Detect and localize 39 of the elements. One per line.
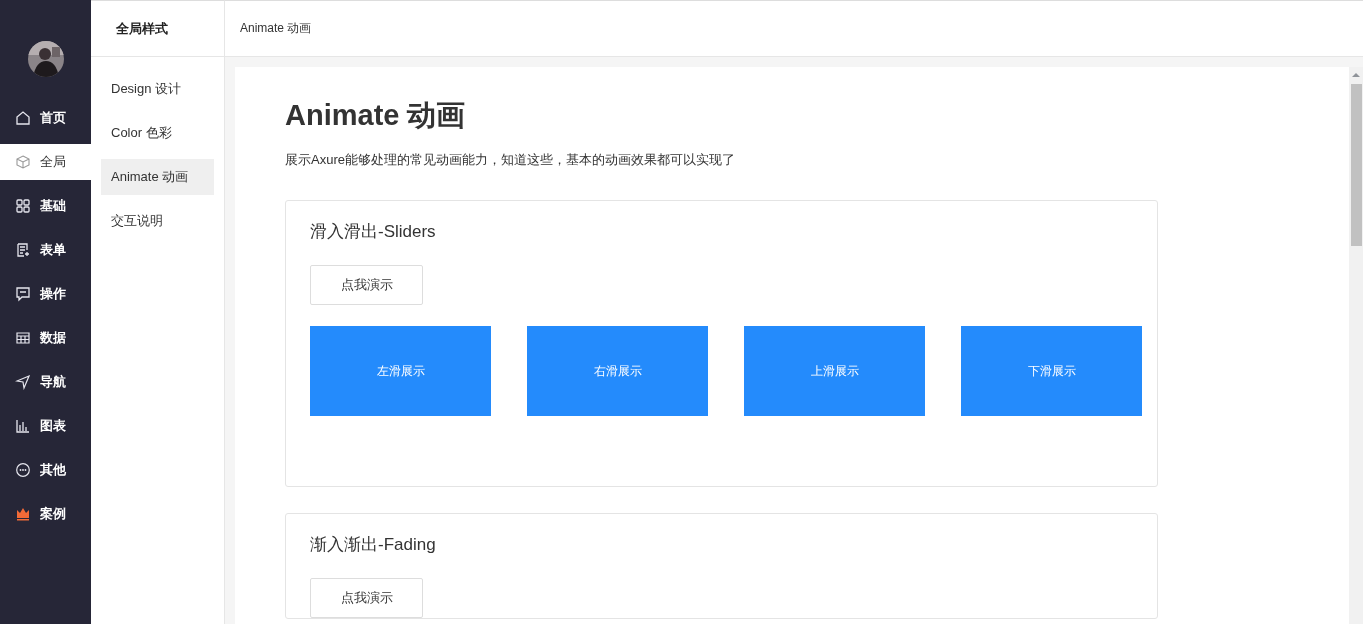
demo-tile: 左滑展示 xyxy=(310,326,491,416)
nav-item[interactable]: 基础 xyxy=(0,188,91,224)
demo-tile: 上滑展示 xyxy=(744,326,925,416)
submenu-title: 全局样式 xyxy=(91,1,224,57)
demo-button[interactable]: 点我演示 xyxy=(310,265,423,305)
chat-icon xyxy=(15,286,31,302)
breadcrumb: Animate 动画 xyxy=(240,20,312,37)
nav-item[interactable]: 数据 xyxy=(0,320,91,356)
page-title: Animate 动画 xyxy=(285,98,467,133)
demo-tile: 右滑展示 xyxy=(527,326,708,416)
table-icon xyxy=(15,330,31,346)
demo-tile: 下滑展示 xyxy=(961,326,1142,416)
grid-icon xyxy=(15,198,31,214)
document-icon xyxy=(15,242,31,258)
scrollbar-thumb[interactable] xyxy=(1350,84,1362,246)
page-description: 展示Axure能够处理的常见动画能力，知道这些，基本的动画效果都可以实现了 xyxy=(285,151,736,169)
bar-chart-icon xyxy=(15,418,31,434)
nav-item[interactable]: 导航 xyxy=(0,364,91,400)
scroll-up-icon[interactable] xyxy=(1352,72,1360,78)
nav-item[interactable]: 全局 xyxy=(0,144,91,180)
nav-item[interactable]: 其他 xyxy=(0,452,91,488)
home-icon xyxy=(15,110,31,126)
nav-item[interactable]: 表单 xyxy=(0,232,91,268)
submenu-item[interactable]: 交互说明 xyxy=(101,203,214,239)
crown-icon xyxy=(15,506,31,522)
cube-icon xyxy=(15,154,31,170)
card-title: 滑入滑出-Sliders xyxy=(310,221,437,243)
scrollbar[interactable] xyxy=(1349,67,1363,624)
submenu-item[interactable]: Animate 动画 xyxy=(101,159,214,195)
card-title: 渐入渐出-Fading xyxy=(310,534,437,556)
submenu-item[interactable]: Color 色彩 xyxy=(101,115,214,151)
submenu-item[interactable]: Design 设计 xyxy=(101,71,214,107)
nav-item[interactable]: 案例 xyxy=(0,496,91,532)
nav-item[interactable]: 首页 xyxy=(0,100,91,136)
demo-button[interactable]: 点我演示 xyxy=(310,578,423,618)
nav-item[interactable]: 图表 xyxy=(0,408,91,444)
send-icon xyxy=(15,374,31,390)
more-icon xyxy=(15,462,31,478)
nav-item[interactable]: 操作 xyxy=(0,276,91,312)
